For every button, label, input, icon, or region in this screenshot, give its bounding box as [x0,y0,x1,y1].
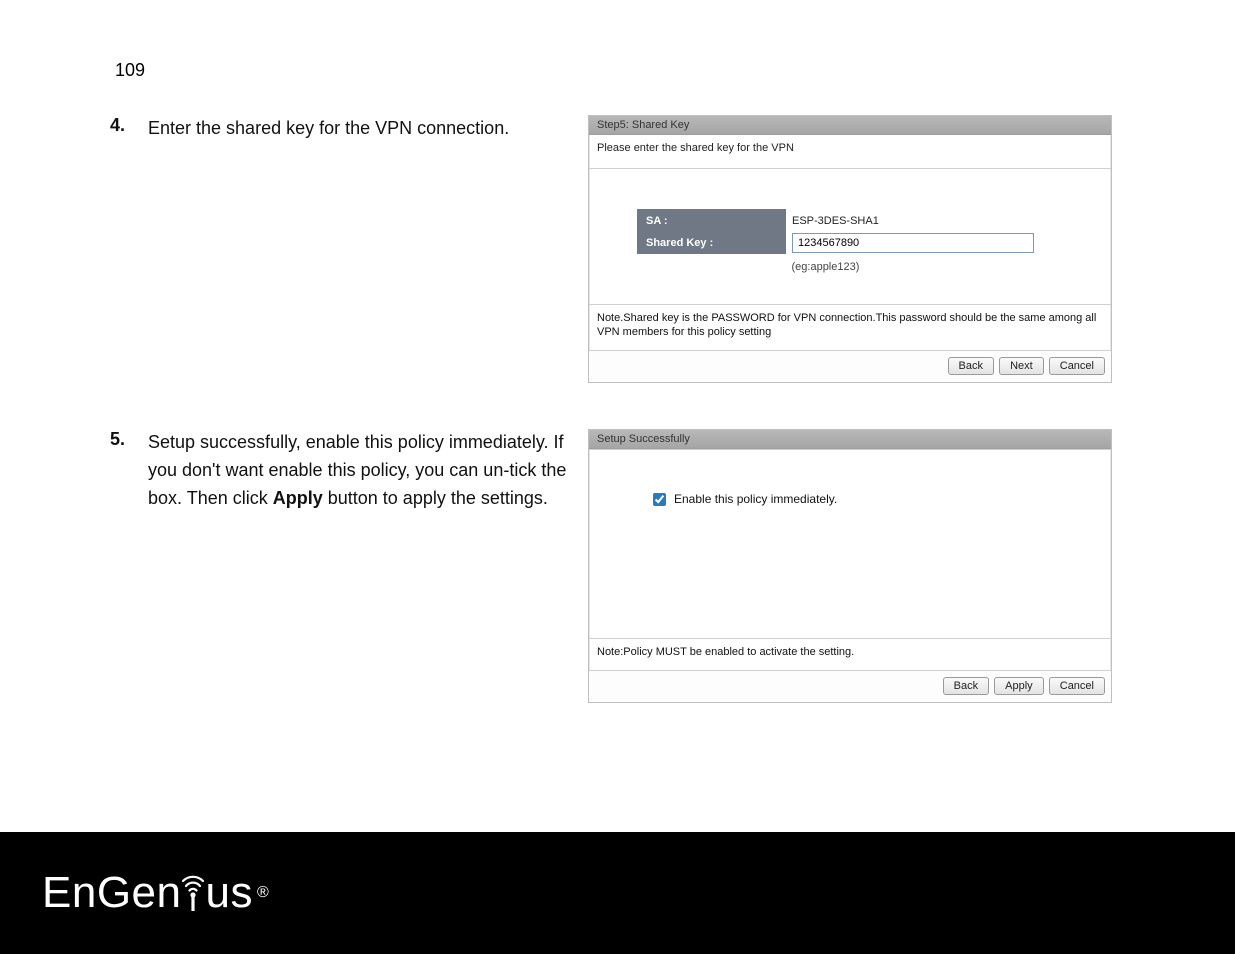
logo-text-left: EnGen [42,868,181,918]
enable-policy-checkbox[interactable] [653,493,666,506]
step-4-row: 4. Enter the shared key for the VPN conn… [110,115,1145,383]
shared-key-panel: Step5: Shared Key Please enter the share… [588,115,1112,383]
next-button[interactable]: Next [999,357,1044,375]
panel1-button-row: Back Next Cancel [589,351,1111,382]
page-number: 109 [115,60,145,81]
panel1-subtitle: Please enter the shared key for the VPN [589,135,1111,169]
brand-footer: EnGen us ® [0,832,1235,954]
registered-mark: ® [257,884,269,902]
shared-key-example: (eg:apple123) [786,254,1036,276]
sa-value: ESP-3DES-SHA1 [786,210,1036,232]
step-5-number: 5. [110,429,148,450]
shared-key-table: SA : ESP-3DES-SHA1 Shared Key : (eg:appl… [637,209,1036,276]
panel2-button-row: Back Apply Cancel [589,671,1111,702]
panel1-body: SA : ESP-3DES-SHA1 Shared Key : (eg:appl… [589,169,1111,305]
step-4-text: Enter the shared key for the VPN connect… [148,115,588,143]
cancel-button[interactable]: Cancel [1049,357,1105,375]
step-5-row: 5. Setup successfully, enable this polic… [110,429,1145,703]
step-5-text-bold: Apply [273,488,323,508]
engenius-logo: EnGen us ® [42,868,269,918]
panel1-note: Note.Shared key is the PASSWORD for VPN … [589,305,1111,352]
step-5-text-post: button to apply the settings. [323,488,548,508]
wifi-icon [181,873,205,913]
panel2-note: Note:Policy MUST be enabled to activate … [589,639,1111,671]
sa-label: SA : [638,210,786,232]
shared-key-input[interactable] [792,233,1034,253]
panel2-body: Enable this policy immediately. [589,449,1111,639]
panel1-title: Step5: Shared Key [589,116,1111,135]
panel2-title: Setup Successfully [589,430,1111,449]
back-button-2[interactable]: Back [943,677,989,695]
step-4-number: 4. [110,115,148,136]
back-button[interactable]: Back [948,357,994,375]
logo-text-right: us [205,868,252,918]
enable-policy-row: Enable this policy immediately. [653,492,1111,506]
shared-key-label: Shared Key : [638,232,786,254]
apply-button[interactable]: Apply [994,677,1044,695]
page-content: 4. Enter the shared key for the VPN conn… [110,115,1145,733]
cancel-button-2[interactable]: Cancel [1049,677,1105,695]
enable-policy-label: Enable this policy immediately. [674,492,837,506]
setup-success-panel: Setup Successfully Enable this policy im… [588,429,1112,703]
step-5-text: Setup successfully, enable this policy i… [148,429,588,513]
